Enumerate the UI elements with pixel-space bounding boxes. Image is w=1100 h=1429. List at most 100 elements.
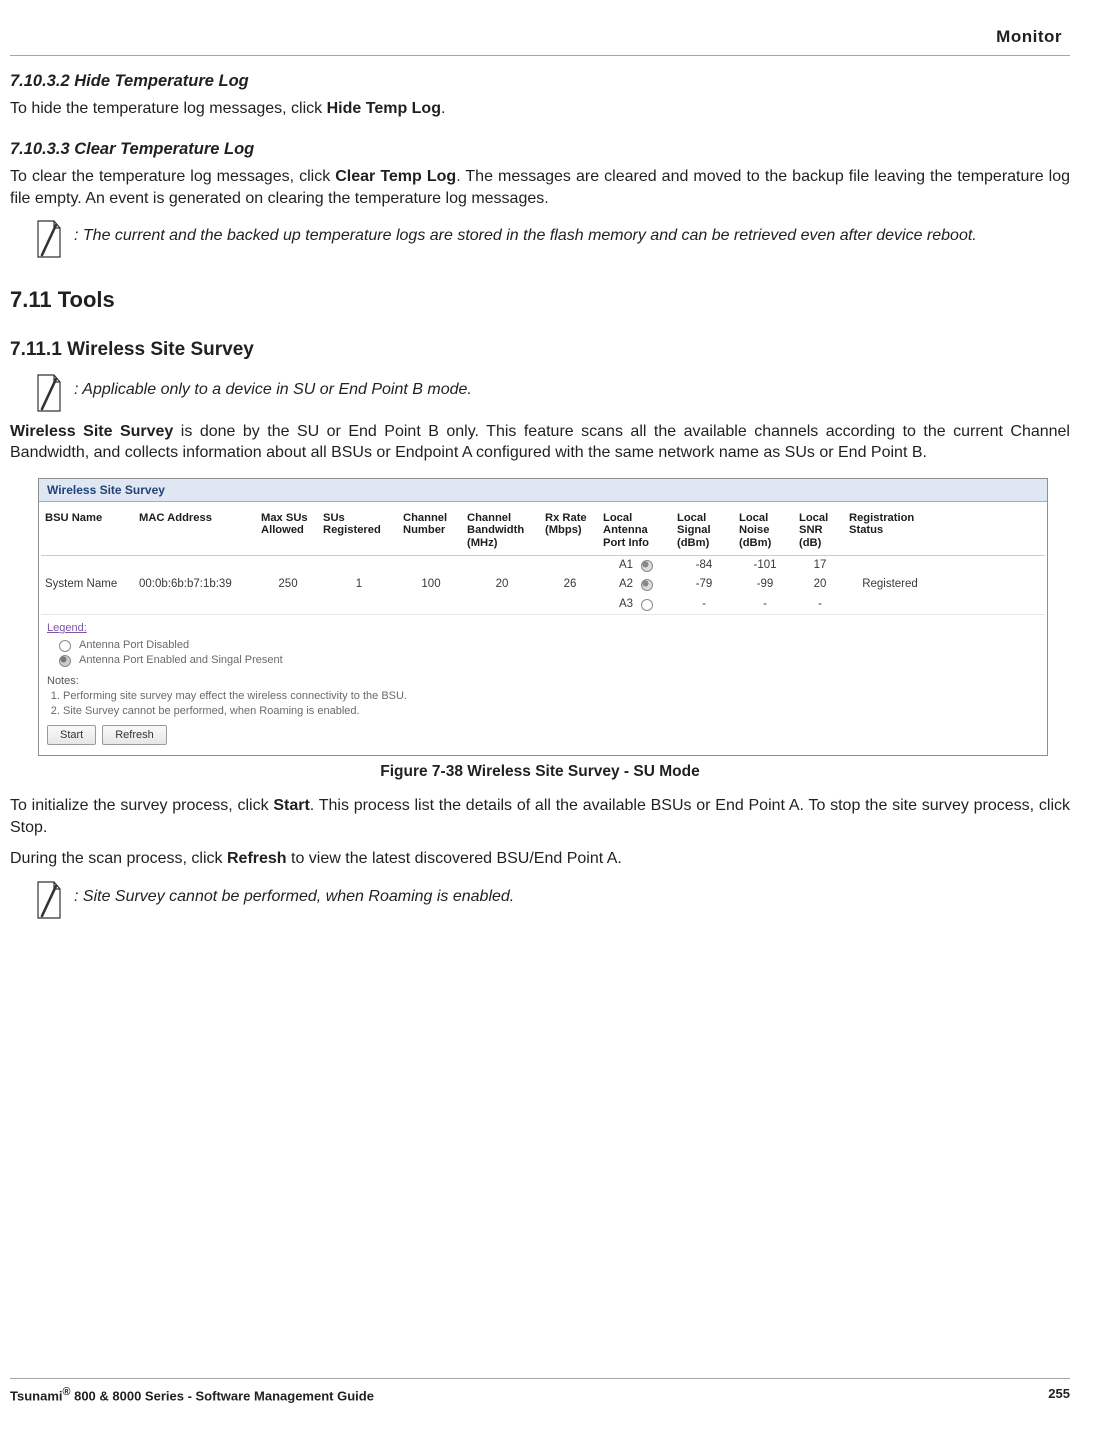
cell-registration: Registered bbox=[845, 575, 935, 595]
cell-antenna-a2: A2 bbox=[599, 575, 673, 595]
cell-snr-a1: 17 bbox=[795, 556, 845, 576]
legend-label: Legend: bbox=[47, 621, 87, 636]
col-channel-number: Channel Number bbox=[399, 506, 463, 555]
hide-temp-log-action: Hide Temp Log bbox=[327, 100, 441, 117]
legend-disabled-text: Antenna Port Disabled bbox=[79, 638, 189, 653]
text: . bbox=[441, 100, 445, 117]
wss-description: Wireless Site Survey is done by the SU o… bbox=[10, 421, 1070, 464]
header-rule bbox=[10, 55, 1070, 56]
section-7-10-3-2-title: 7.10.3.2 Hide Temperature Log bbox=[10, 70, 1070, 92]
cell-max-sus: 250 bbox=[257, 575, 319, 595]
text: During the scan process, click bbox=[10, 850, 227, 867]
panel-button-row: Start Refresh bbox=[47, 725, 1039, 746]
page-footer: Tsunami® 800 & 8000 Series - Software Ma… bbox=[10, 1378, 1070, 1405]
panel-title: Wireless Site Survey bbox=[39, 479, 1047, 502]
heading-text: Tools bbox=[58, 287, 115, 312]
panel-notes-list: Performing site survey may effect the wi… bbox=[49, 689, 1045, 719]
footer-rule bbox=[10, 1378, 1070, 1379]
heading-7-11-1: 7.11.1 Wireless Site Survey bbox=[10, 337, 1070, 363]
cell-snr-a2: 20 bbox=[795, 575, 845, 595]
text: to view the latest discovered BSU/End Po… bbox=[287, 850, 622, 867]
cell-signal-a1: -84 bbox=[673, 556, 735, 576]
note-icon bbox=[34, 373, 64, 413]
cell-noise-a2: -99 bbox=[735, 575, 795, 595]
cell-mac: 00:0b:6b:b7:1b:39 bbox=[135, 575, 257, 595]
start-action: Start bbox=[273, 797, 309, 814]
antenna-label: A2 bbox=[619, 577, 633, 593]
note-text: : The current and the backed up temperat… bbox=[74, 225, 977, 247]
cell-signal-a3: - bbox=[673, 595, 735, 615]
footer-doc-title: Tsunami® 800 & 8000 Series - Software Ma… bbox=[10, 1385, 374, 1405]
col-local-snr: Local SNR (dB) bbox=[795, 506, 845, 555]
text: 800 & 8000 Series - Software Management … bbox=[70, 1388, 373, 1403]
refresh-paragraph: During the scan process, click Refresh t… bbox=[10, 848, 1070, 870]
legend-disabled-icon bbox=[59, 640, 71, 652]
heading-number: 7.11 bbox=[10, 287, 52, 312]
table-row: System Name 00:0b:6b:b7:1b:39 250 1 100 … bbox=[41, 556, 1045, 616]
col-bsu-name: BSU Name bbox=[41, 506, 135, 555]
cell-bandwidth: 20 bbox=[463, 575, 541, 595]
antenna-label: A1 bbox=[619, 558, 633, 574]
antenna-a2-radio-icon bbox=[641, 579, 653, 591]
cell-rx-rate: 26 bbox=[541, 575, 599, 595]
col-antenna-info: Local Antenna Port Info bbox=[599, 506, 673, 555]
start-paragraph: To initialize the survey process, click … bbox=[10, 795, 1070, 838]
clear-temp-log-paragraph: To clear the temperature log messages, c… bbox=[10, 166, 1070, 209]
section-number: 7.10.3.3 bbox=[10, 140, 70, 158]
panel-note-2: Site Survey cannot be performed, when Ro… bbox=[63, 704, 1045, 719]
note-roaming: : Site Survey cannot be performed, when … bbox=[34, 880, 1070, 920]
wss-term: Wireless Site Survey bbox=[10, 423, 173, 440]
col-mac: MAC Address bbox=[135, 506, 257, 555]
cell-bsu-name: System Name bbox=[41, 575, 135, 595]
col-local-noise: Local Noise (dBm) bbox=[735, 506, 795, 555]
cell-channel: 100 bbox=[399, 575, 463, 595]
antenna-a3-radio-icon bbox=[641, 599, 653, 611]
col-registration: Registration Status bbox=[845, 506, 935, 555]
text: To hide the temperature log messages, cl… bbox=[10, 100, 327, 117]
section-heading: Hide Temperature Log bbox=[74, 72, 249, 90]
note-icon bbox=[34, 219, 64, 259]
hide-temp-log-paragraph: To hide the temperature log messages, cl… bbox=[10, 98, 1070, 120]
panel-notes-label: Notes: bbox=[47, 674, 1039, 689]
cell-antenna-a3: A3 bbox=[599, 595, 673, 615]
section-heading: Clear Temperature Log bbox=[74, 140, 254, 158]
legend-disabled: Antenna Port Disabled bbox=[59, 638, 1045, 653]
panel-body: BSU Name MAC Address Max SUs Allowed SUs… bbox=[39, 502, 1047, 755]
text: Tsunami bbox=[10, 1388, 63, 1403]
section-number: 7.10.3.2 bbox=[10, 72, 70, 90]
text: To initialize the survey process, click bbox=[10, 797, 273, 814]
start-button[interactable]: Start bbox=[47, 725, 96, 746]
cell-signal-a2: -79 bbox=[673, 575, 735, 595]
note-text: : Applicable only to a device in SU or E… bbox=[74, 379, 472, 401]
col-rx-rate: Rx Rate (Mbps) bbox=[541, 506, 599, 555]
panel-note-1: Performing site survey may effect the wi… bbox=[63, 689, 1045, 704]
table-header-row: BSU Name MAC Address Max SUs Allowed SUs… bbox=[41, 506, 1045, 556]
col-sus-registered: SUs Registered bbox=[319, 506, 399, 555]
cell-sus-registered: 1 bbox=[319, 575, 399, 595]
cell-snr-a3: - bbox=[795, 595, 845, 615]
legend-enabled: Antenna Port Enabled and Singal Present bbox=[59, 653, 1045, 668]
antenna-label: A3 bbox=[619, 597, 633, 613]
col-max-sus: Max SUs Allowed bbox=[257, 506, 319, 555]
figure-caption: Figure 7-38 Wireless Site Survey - SU Mo… bbox=[10, 762, 1070, 783]
section-7-10-3-3-title: 7.10.3.3 Clear Temperature Log bbox=[10, 138, 1070, 160]
note-icon bbox=[34, 880, 64, 920]
antenna-a1-radio-icon bbox=[641, 560, 653, 572]
note-text: : Site Survey cannot be performed, when … bbox=[74, 886, 514, 908]
legend-enabled-icon bbox=[59, 655, 71, 667]
refresh-button[interactable]: Refresh bbox=[102, 725, 167, 746]
refresh-action: Refresh bbox=[227, 850, 287, 867]
note-flash-memory: : The current and the backed up temperat… bbox=[34, 219, 1070, 259]
cell-noise-a1: -101 bbox=[735, 556, 795, 576]
cell-antenna-a1: A1 bbox=[599, 556, 673, 576]
footer-page-number: 255 bbox=[1048, 1385, 1070, 1405]
col-local-signal: Local Signal (dBm) bbox=[673, 506, 735, 555]
note-applicable-mode: : Applicable only to a device in SU or E… bbox=[34, 373, 1070, 413]
cell-noise-a3: - bbox=[735, 595, 795, 615]
page-header-section: Monitor bbox=[10, 26, 1062, 49]
col-bandwidth: Channel Bandwidth (MHz) bbox=[463, 506, 541, 555]
heading-text: Wireless Site Survey bbox=[67, 339, 254, 360]
legend-enabled-text: Antenna Port Enabled and Singal Present bbox=[79, 653, 283, 668]
text: To clear the temperature log messages, c… bbox=[10, 168, 335, 185]
clear-temp-log-action: Clear Temp Log bbox=[335, 168, 456, 185]
